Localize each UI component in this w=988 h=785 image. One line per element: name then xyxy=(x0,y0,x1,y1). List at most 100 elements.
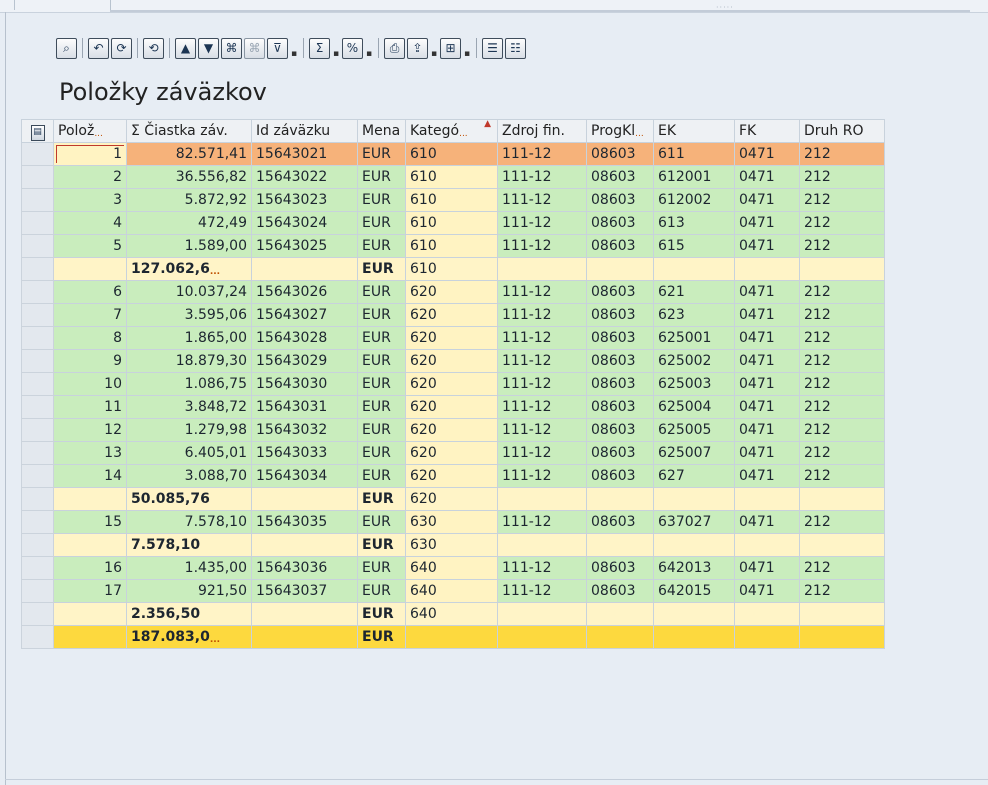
cell-fund-source[interactable]: 111-12 xyxy=(497,234,587,258)
cell-amount[interactable]: 82.571,41 xyxy=(126,142,252,166)
cell-program[interactable]: 08603 xyxy=(586,303,654,327)
cell-currency[interactable]: EUR xyxy=(357,165,406,189)
cell-ek[interactable]: 625001 xyxy=(653,326,735,350)
cell-fk[interactable]: 0471 xyxy=(734,303,800,327)
cell-item-no[interactable]: 14 xyxy=(53,464,127,488)
table-row[interactable]: 16 1.435,00 15643036 EUR 640 111-12 08603 64201… xyxy=(21,556,885,580)
cell-commitment-id[interactable]: 15643034 xyxy=(251,464,358,488)
cell-currency[interactable]: EUR xyxy=(357,602,406,626)
cell-currency[interactable]: EUR xyxy=(357,142,406,166)
export-dropdown-arrow[interactable]: ▪ xyxy=(430,38,438,59)
cell-fund-source[interactable] xyxy=(497,257,587,281)
cell-program[interactable]: 08603 xyxy=(586,211,654,235)
row-selector[interactable] xyxy=(21,418,54,442)
column-header-4[interactable]: Kategó... ▲ xyxy=(405,119,498,143)
cell-commitment-id[interactable] xyxy=(251,625,358,649)
cell-amount[interactable]: 1.435,00 xyxy=(126,556,252,580)
cell-fund-source[interactable]: 111-12 xyxy=(497,372,587,396)
cell-item-no[interactable]: 15 xyxy=(53,510,127,534)
sort-descending-button[interactable]: ▼ xyxy=(198,37,219,59)
cell-category[interactable]: 610 xyxy=(405,188,498,212)
cell-ek[interactable]: 625005 xyxy=(653,418,735,442)
cell-amount[interactable]: 3.848,72 xyxy=(126,395,252,419)
cell-currency[interactable]: EUR xyxy=(357,556,406,580)
cell-ek[interactable]: 627 xyxy=(653,464,735,488)
cell-commitment-id[interactable]: 15643036 xyxy=(251,556,358,580)
column-header-9[interactable]: Druh RO xyxy=(799,119,885,143)
cell-ek[interactable] xyxy=(653,625,735,649)
cell-commitment-id[interactable]: 15643025 xyxy=(251,234,358,258)
cell-ro-type[interactable]: 212 xyxy=(799,303,885,327)
cell-item-no[interactable] xyxy=(53,625,127,649)
cell-currency[interactable]: EUR xyxy=(357,579,406,603)
sum-button[interactable]: Σ xyxy=(309,37,330,59)
table-row[interactable]: 17 921,50 15643037 EUR 640 111-12 08603 642015 0… xyxy=(21,579,885,603)
cell-fk[interactable] xyxy=(734,533,800,557)
sort-ascending-button[interactable]: ▲ xyxy=(175,37,196,59)
subtotal-button[interactable]: % xyxy=(342,37,363,59)
column-header-0[interactable]: Polož... xyxy=(53,119,127,143)
table-row[interactable]: 8 1.865,00 15643028 EUR 620 111-12 08603 625001… xyxy=(21,326,885,350)
cell-item-no[interactable]: 16 xyxy=(53,556,127,580)
table-row[interactable]: 3 5.872,92 15643023 EUR 610 111-12 08603 612002… xyxy=(21,188,885,212)
table-row[interactable]: 10 1.086,75 15643030 EUR 620 111-12 08603 62500… xyxy=(21,372,885,396)
column-header-2[interactable]: Id záväzku xyxy=(251,119,358,143)
cell-program[interactable]: 08603 xyxy=(586,395,654,419)
cell-ro-type[interactable]: 212 xyxy=(799,142,885,166)
cell-category[interactable]: 640 xyxy=(405,602,498,626)
select-layout-button[interactable]: ☰ xyxy=(482,37,503,59)
cell-category[interactable]: 620 xyxy=(405,326,498,350)
filter-button[interactable]: ⊽ xyxy=(267,37,288,59)
cell-program[interactable]: 08603 xyxy=(586,188,654,212)
cell-ro-type[interactable]: 212 xyxy=(799,441,885,465)
cell-program[interactable]: 08603 xyxy=(586,372,654,396)
table-row[interactable]: 5 1.589,00 15643025 EUR 610 111-12 08603 615 047… xyxy=(21,234,885,258)
column-header-3[interactable]: Mena xyxy=(357,119,406,143)
cell-commitment-id[interactable]: 15643037 xyxy=(251,579,358,603)
cell-fk[interactable]: 0471 xyxy=(734,510,800,534)
cell-fund-source[interactable]: 111-12 xyxy=(497,211,587,235)
cell-program[interactable]: 08603 xyxy=(586,441,654,465)
subtotal-row[interactable]: 127.062,6... EUR 610 xyxy=(21,257,885,281)
cell-fk[interactable]: 0471 xyxy=(734,556,800,580)
cell-ek[interactable] xyxy=(653,487,735,511)
cell-commitment-id[interactable]: 15643028 xyxy=(251,326,358,350)
cell-commitment-id[interactable]: 15643032 xyxy=(251,418,358,442)
cell-commitment-id[interactable] xyxy=(251,533,358,557)
table-row[interactable]: 9 18.879,30 15643029 EUR 620 111-12 08603 62500… xyxy=(21,349,885,373)
cell-category[interactable]: 630 xyxy=(405,510,498,534)
cell-program[interactable]: 08603 xyxy=(586,556,654,580)
cell-currency[interactable]: EUR xyxy=(357,441,406,465)
cell-category[interactable]: 610 xyxy=(405,211,498,235)
cell-amount[interactable]: 1.865,00 xyxy=(126,326,252,350)
cell-program[interactable]: 08603 xyxy=(586,165,654,189)
total-row[interactable]: 187.083,0... EUR xyxy=(21,625,885,649)
cell-ek[interactable]: 625003 xyxy=(653,372,735,396)
row-selector[interactable] xyxy=(21,326,54,350)
table-row[interactable]: 13 6.405,01 15643033 EUR 620 111-12 08603 62500… xyxy=(21,441,885,465)
cell-fund-source[interactable]: 111-12 xyxy=(497,418,587,442)
row-selector[interactable] xyxy=(21,395,54,419)
cell-commitment-id[interactable]: 15643023 xyxy=(251,188,358,212)
cell-program[interactable] xyxy=(586,625,654,649)
cell-program[interactable]: 08603 xyxy=(586,142,654,166)
cell-item-no[interactable] xyxy=(53,487,127,511)
cell-commitment-id[interactable]: 15643027 xyxy=(251,303,358,327)
row-selector[interactable] xyxy=(21,487,54,511)
print-button[interactable]: ⎙ xyxy=(384,37,405,59)
row-selector[interactable] xyxy=(21,556,54,580)
reload-button[interactable]: ⟳ xyxy=(111,37,132,59)
cell-commitment-id[interactable]: 15643022 xyxy=(251,165,358,189)
cell-item-no[interactable]: 12 xyxy=(53,418,127,442)
cell-fund-source[interactable]: 111-12 xyxy=(497,441,587,465)
cell-item-no[interactable]: 6 xyxy=(53,280,127,304)
cell-fk[interactable]: 0471 xyxy=(734,280,800,304)
cell-fk[interactable]: 0471 xyxy=(734,234,800,258)
row-selector[interactable] xyxy=(21,372,54,396)
cell-currency[interactable]: EUR xyxy=(357,257,406,281)
cell-fund-source[interactable]: 111-12 xyxy=(497,326,587,350)
cell-ro-type[interactable]: 212 xyxy=(799,464,885,488)
cell-fk[interactable]: 0471 xyxy=(734,395,800,419)
layout-button[interactable]: ⊞ xyxy=(440,37,461,59)
window-tab[interactable] xyxy=(14,0,111,10)
